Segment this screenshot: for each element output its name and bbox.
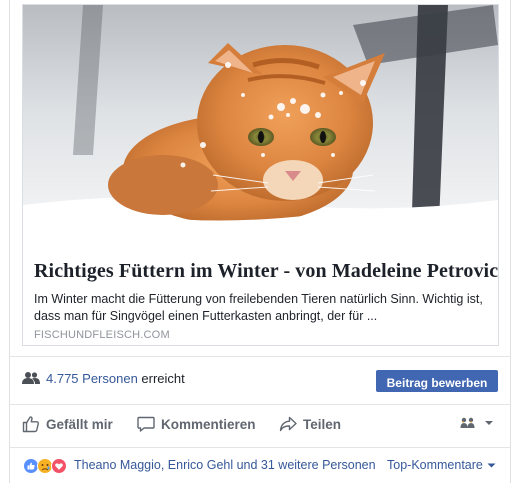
link-preview-image[interactable] — [23, 5, 498, 247]
like-label: Gefällt mir — [46, 416, 113, 432]
comment-bubble-icon — [137, 416, 155, 432]
love-reaction-icon — [51, 458, 67, 474]
link-preview-title[interactable]: Richtiges Füttern im Winter - von Madele… — [34, 260, 498, 283]
action-bar: Gefällt mir Kommentieren Teilen — [10, 404, 510, 442]
link-preview-body[interactable]: Richtiges Füttern im Winter - von Madele… — [23, 247, 498, 345]
reach-suffix: erreicht — [141, 371, 185, 386]
link-preview-card[interactable]: Richtiges Füttern im Winter - von Madele… — [22, 4, 499, 346]
top-comments-label: Top-Kommentare — [387, 458, 483, 472]
audience-selector[interactable] — [460, 417, 494, 429]
top-comments-dropdown[interactable]: Top-Kommentare — [387, 458, 496, 472]
comment-button[interactable]: Kommentieren — [137, 414, 256, 434]
link-preview-domain: FISCHUNDFLEISCH.COM — [34, 329, 170, 341]
reach-count-link[interactable]: 4.775 Personen — [46, 371, 138, 386]
share-arrow-icon — [279, 416, 297, 432]
sad-reaction-icon — [37, 458, 53, 474]
link-preview-description: Im Winter macht die Fütterung von freile… — [34, 292, 483, 323]
like-button[interactable]: Gefällt mir — [22, 414, 113, 434]
orange-cat-in-snow-photo — [23, 5, 498, 247]
share-label: Teilen — [303, 416, 342, 432]
reaction-names-link[interactable]: Theano Maggio, Enrico Gehl und 31 weiter… — [74, 458, 376, 472]
reaction-icons[interactable] — [23, 458, 73, 474]
reach-bar: 4.775 Personen erreicht Beitrag bewerben — [10, 356, 510, 396]
reach-summary: 4.775 Personen erreicht — [46, 371, 185, 386]
boost-post-button[interactable]: Beitrag bewerben — [376, 370, 498, 392]
chevron-down-icon — [487, 463, 496, 467]
like-reaction-icon — [23, 458, 39, 474]
comment-label: Kommentieren — [161, 416, 256, 432]
thumbs-up-icon — [22, 416, 39, 433]
post-card: Richtiges Füttern im Winter - von Madele… — [9, 0, 511, 483]
people-audience-icon — [460, 417, 475, 428]
people-icon — [22, 371, 40, 389]
chevron-down-icon — [485, 421, 493, 425]
share-button[interactable]: Teilen — [279, 414, 341, 434]
reactions-bar: Theano Maggio, Enrico Gehl und 31 weiter… — [10, 447, 510, 483]
